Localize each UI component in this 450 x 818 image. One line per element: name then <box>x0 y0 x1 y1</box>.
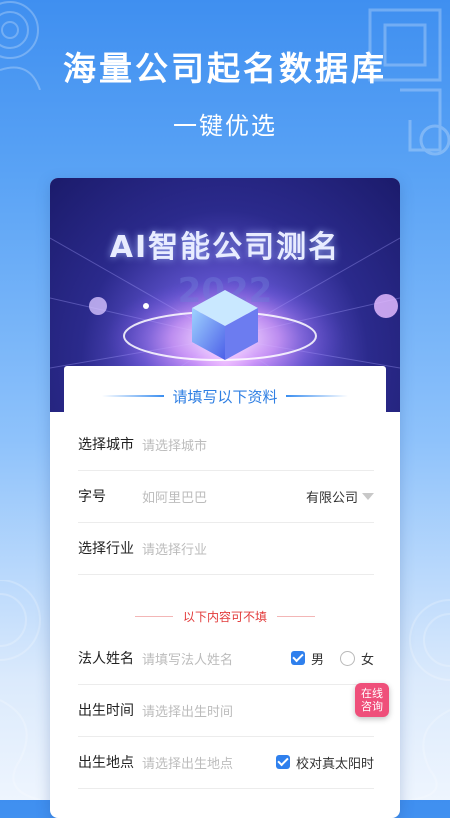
legal-person-input[interactable]: 请填写法人姓名 <box>142 649 291 668</box>
gender-female-option[interactable]: 女 <box>339 649 374 668</box>
spark-dot <box>143 303 149 309</box>
gender-female-label: 女 <box>360 652 374 668</box>
header-line-left <box>102 395 165 397</box>
company-name-label: 字号 <box>78 489 106 505</box>
online-consult-button[interactable]: 在线 咨询 <box>355 683 389 717</box>
gender-male-option[interactable]: 男 <box>290 649 324 668</box>
header-line-right <box>285 395 348 397</box>
hero-subtitle: 一键优选 <box>173 112 277 140</box>
naming-card: 2022 AI智能公司测名 请填写以下资料 选择城市 请选择城市 字号 如阿里巴… <box>50 178 400 818</box>
industry-label: 选择行业 <box>78 541 134 557</box>
birth-time-select[interactable]: 请选择出生时间 <box>142 701 374 720</box>
orb-left <box>89 297 107 315</box>
checkbox-checked-icon <box>290 651 305 665</box>
optional-note: 以下内容可不填 <box>64 606 386 626</box>
orb-right <box>374 294 398 318</box>
section-header: 请填写以下资料 <box>64 384 386 408</box>
banner-title: AI智能公司测名 <box>109 230 341 265</box>
hero-title: 海量公司起名数据库 <box>63 49 387 88</box>
gender-male-label: 男 <box>310 652 324 668</box>
city-label: 选择城市 <box>78 437 134 453</box>
company-name-row: 字号 如阿里巴巴 有限公司 <box>78 470 374 523</box>
birth-place-label: 出生地点 <box>78 755 134 771</box>
company-type-value: 有限公司 <box>305 490 358 506</box>
city-select[interactable]: 请选择城市 <box>142 435 374 454</box>
birth-time-row[interactable]: 出生时间 请选择出生时间 <box>78 684 374 737</box>
solar-time-label: 校对真太阳时 <box>295 756 374 772</box>
industry-select[interactable]: 请选择行业 <box>142 539 374 558</box>
company-type-dropdown[interactable]: 有限公司 <box>306 487 374 506</box>
consult-line1: 在线 <box>361 687 383 700</box>
form-panel: 请填写以下资料 选择城市 请选择城市 字号 如阿里巴巴 有限公司 选择行业 请选… <box>64 366 386 818</box>
legal-person-label: 法人姓名 <box>78 651 134 667</box>
note-line-right <box>277 615 315 617</box>
city-row[interactable]: 选择城市 请选择城市 <box>78 418 374 471</box>
note-line-left <box>134 615 173 617</box>
birth-place-select[interactable]: 请选择出生地点 <box>142 753 276 772</box>
birth-place-row: 出生地点 请选择出生地点 校对真太阳时 <box>78 736 374 789</box>
section-title: 请填写以下资料 <box>172 387 278 406</box>
legal-person-row: 法人姓名 请填写法人姓名 男 女 <box>78 632 374 685</box>
company-name-input[interactable]: 如阿里巴巴 <box>142 487 306 506</box>
checkbox-checked-icon <box>275 755 290 769</box>
industry-row[interactable]: 选择行业 请选择行业 <box>78 522 374 575</box>
optional-note-text: 以下内容可不填 <box>182 609 267 624</box>
consult-line2: 咨询 <box>361 700 383 713</box>
solar-time-checkbox[interactable]: 校对真太阳时 <box>275 753 374 772</box>
radio-unchecked-icon <box>339 650 355 666</box>
birth-time-label: 出生时间 <box>78 703 134 719</box>
chevron-down-icon <box>362 492 374 500</box>
